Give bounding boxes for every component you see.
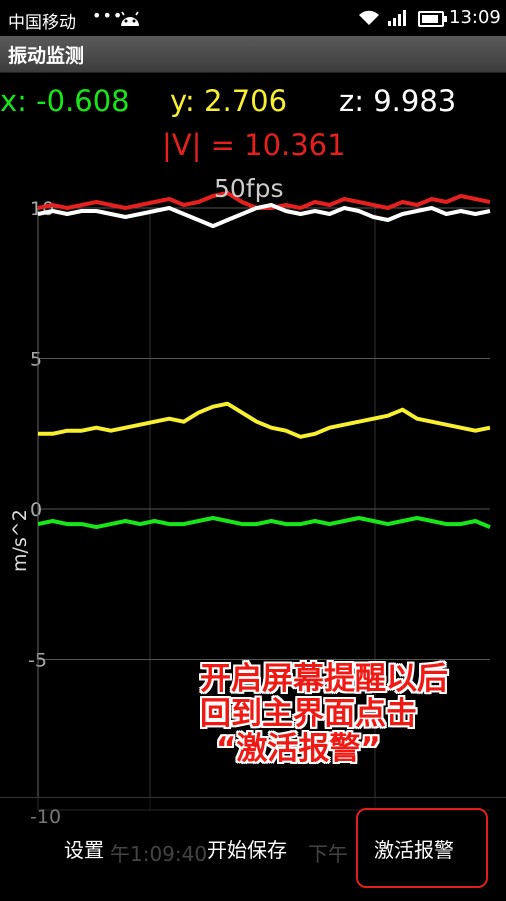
- x-tick-label: 下午: [308, 842, 348, 866]
- start-save-button[interactable]: 开始保存: [207, 834, 287, 863]
- carrier-name: 中国移动: [8, 13, 76, 33]
- y-tick-label: -5: [28, 650, 47, 672]
- status-bar: 中国移动 ••• 13:09: [0, 0, 506, 36]
- y-tick-label: 0: [30, 499, 42, 521]
- app-title: 振动监测: [8, 45, 85, 67]
- instruction-overlay: 开启屏幕提醒以后 回到主界面点击 “激活报警”: [200, 662, 448, 767]
- y-axis-label: m/s^2: [9, 509, 31, 572]
- battery-icon: [418, 11, 447, 27]
- instruction-line-1: 开启屏幕提醒以后: [200, 661, 448, 697]
- status-time: 13:09: [449, 7, 501, 28]
- android-icon: [118, 8, 142, 32]
- alarm-button-highlight: [356, 808, 488, 888]
- z-readout: z: 9.983: [339, 84, 457, 118]
- x-readout: x: -0.608: [0, 84, 130, 118]
- series-line-y: [38, 401, 491, 439]
- settings-button[interactable]: 设置: [64, 834, 104, 863]
- y-tick-label: 5: [30, 349, 42, 371]
- instruction-line-2: 回到主界面点击: [200, 696, 417, 732]
- instruction-line-3: “激活报警”: [216, 731, 381, 767]
- magnitude-readout: |V| = 10.361: [162, 128, 346, 162]
- x-tick-label: 午1:09:40: [110, 842, 208, 866]
- app-title-bar: 振动监测: [0, 36, 506, 73]
- y-tick-label: -10: [30, 806, 62, 828]
- series-line-x: [37, 516, 491, 530]
- y-readout: y: 2.706: [170, 84, 288, 118]
- signal-icon: [388, 10, 408, 30]
- wifi-icon: [358, 10, 380, 30]
- fps-label: 50fps: [214, 174, 284, 203]
